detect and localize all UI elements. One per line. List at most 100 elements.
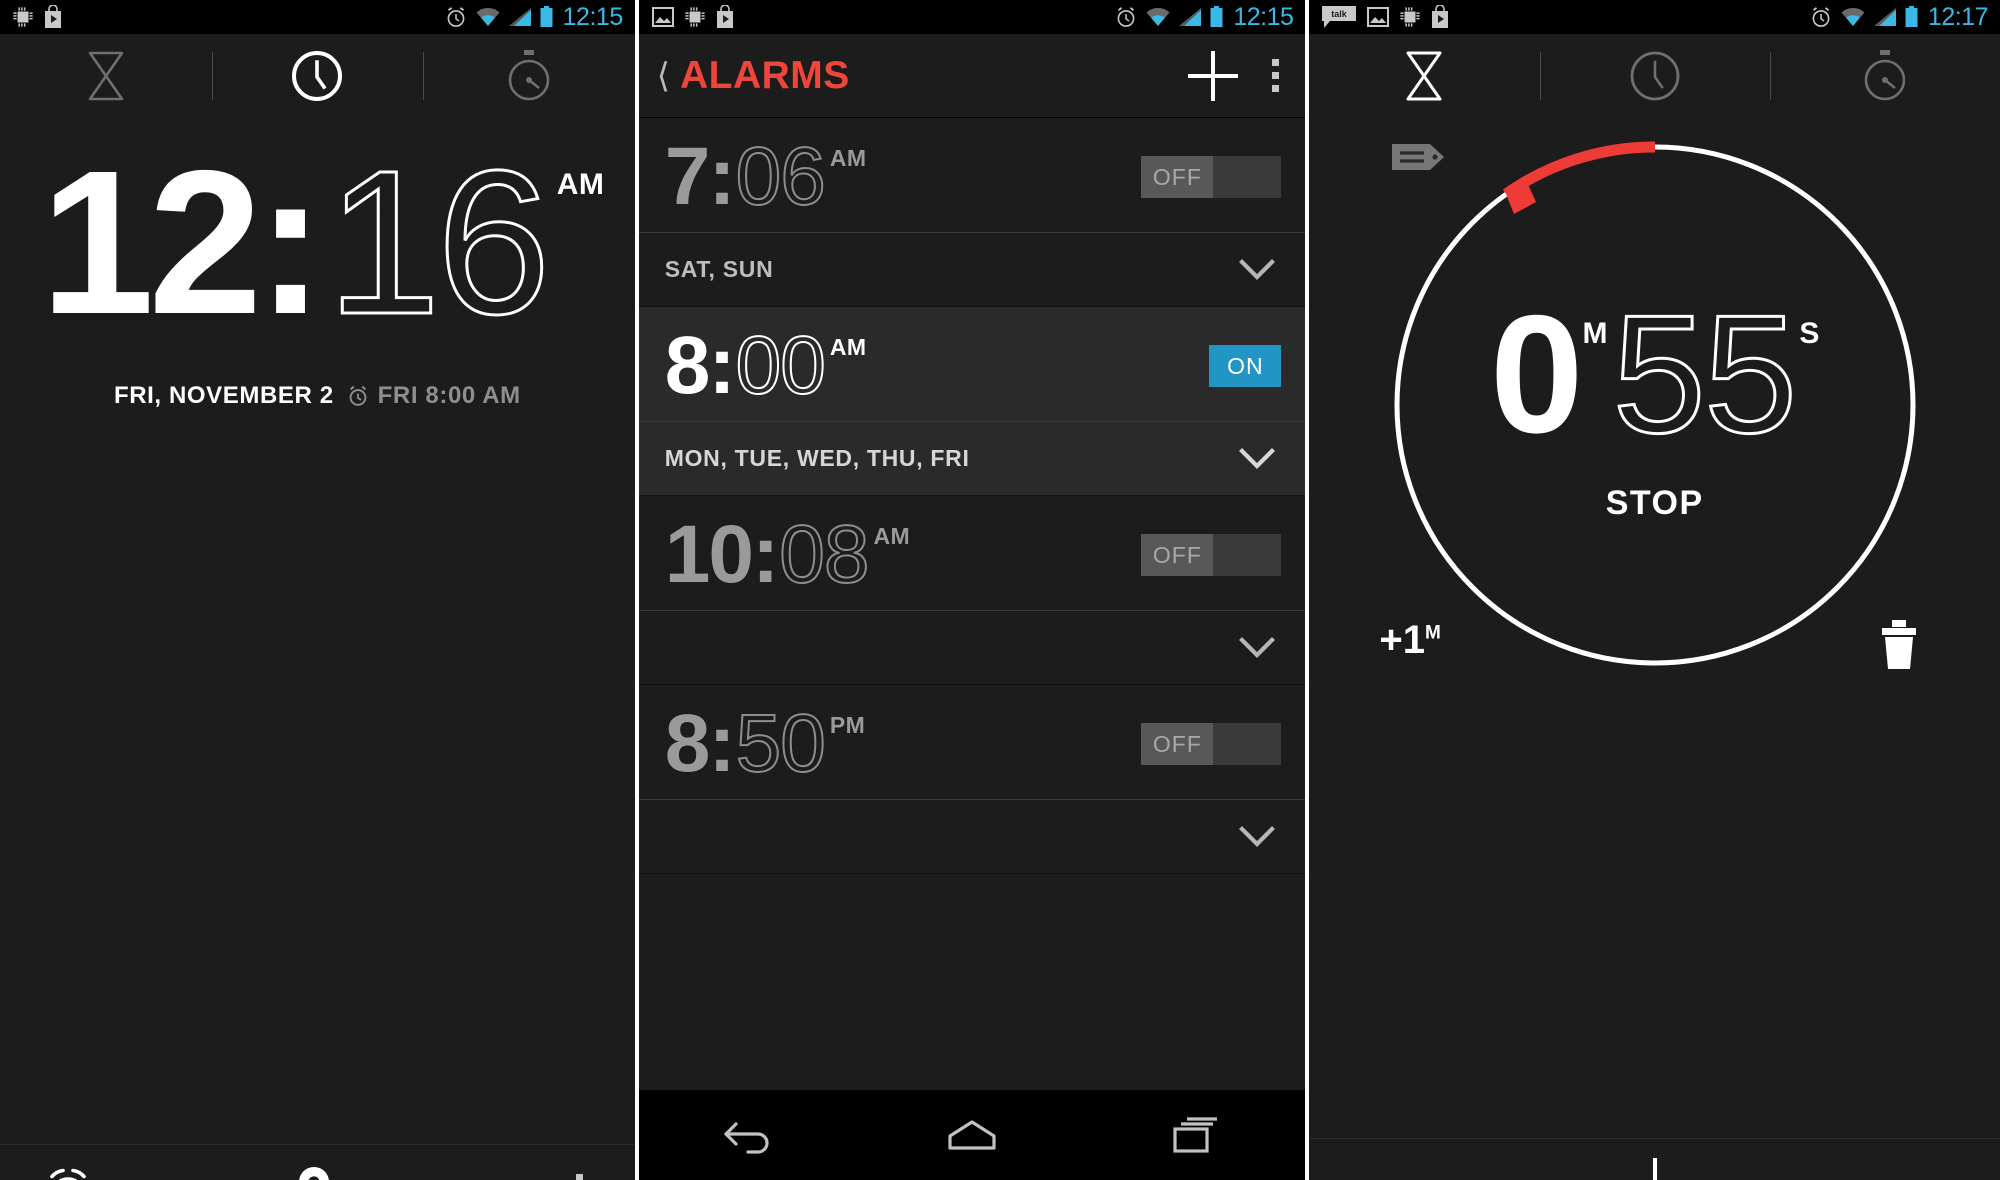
battery-icon — [539, 6, 554, 28]
alarm-time[interactable]: 8 : 50 PM — [665, 698, 1142, 790]
chevron-down-icon[interactable] — [1235, 815, 1279, 859]
alarm-set-icon — [1114, 5, 1138, 29]
signal-icon — [1178, 7, 1202, 27]
timer-seconds-unit: S — [1799, 316, 1820, 350]
alarm-toggle-state: OFF — [1141, 156, 1214, 198]
alarm-toggle[interactable]: OFF — [1141, 534, 1282, 576]
stopwatch-icon — [1862, 49, 1908, 103]
clock-bottom-bar — [0, 1144, 635, 1180]
alarm-days-row[interactable] — [638, 799, 1306, 873]
alarm-days-row[interactable] — [638, 610, 1306, 684]
alarm-time[interactable]: 8 : 00 AM — [664, 320, 1142, 412]
chevron-down-icon[interactable] — [1235, 626, 1279, 670]
add-timer-button[interactable] — [1626, 1156, 1684, 1180]
overflow-button[interactable] — [405, 1170, 635, 1180]
chip-icon — [12, 6, 34, 28]
tab-clock[interactable] — [211, 34, 424, 118]
timer-dial[interactable]: 0 M 55 S STOP — [1390, 140, 1920, 670]
alarms-button[interactable] — [0, 1165, 224, 1180]
tab-bar — [0, 34, 635, 118]
alarm-hours: 8 — [664, 320, 711, 412]
timer-digits: 0 M 55 S — [1490, 279, 1820, 468]
add-minute-label: +1 — [1379, 618, 1425, 662]
timer-minutes-unit: M — [1582, 316, 1608, 350]
add-alarm-button[interactable] — [1184, 47, 1242, 105]
status-bar: talk 12:17 — [1309, 0, 2000, 34]
clock-colon: : — [256, 128, 325, 357]
alarm-days-row[interactable]: MON, TUE, WED, THU, FRI — [638, 421, 1306, 495]
tab-stopwatch[interactable] — [1769, 34, 2000, 118]
play-store-icon — [43, 4, 63, 29]
screenshot-root: 12:15 12: 16 AM FRI, NOVEMBER 2 FRI 8:0… — [0, 0, 2000, 1180]
date-line: FRI, NOVEMBER 2 FRI 8:00 AM — [0, 382, 635, 410]
action-bar: ⟨ ALARMS — [638, 34, 1306, 118]
alarm-toggle[interactable]: OFF — [1141, 156, 1282, 198]
battery-icon — [1904, 6, 1919, 28]
chip-icon — [1399, 6, 1421, 28]
timer-view: 0 M 55 S STOP +1M — [1309, 140, 2000, 1180]
status-bar-clock: 12:15 — [562, 2, 624, 31]
chevron-down-icon[interactable] — [1235, 248, 1279, 292]
alarm-ampm: PM — [829, 712, 866, 739]
alarm-row[interactable]: 7 : 06 AM OFF SAT, SUN — [638, 118, 1306, 307]
timer-seconds: 55 — [1611, 279, 1799, 468]
alarm-time[interactable]: 10 : 08 AM — [664, 509, 1142, 601]
chevron-down-icon[interactable] — [1235, 437, 1279, 481]
alarm-time[interactable]: 7 : 06 AM — [665, 131, 1142, 223]
alarm-days-row[interactable]: SAT, SUN — [638, 232, 1306, 306]
photo-icon — [651, 5, 675, 29]
big-clock[interactable]: 12 : 16 AM — [0, 128, 635, 376]
status-bar-clock: 12:17 — [1927, 2, 1989, 31]
alarm-toggle[interactable]: ON — [1141, 345, 1282, 387]
clock-face: 12 : 16 AM FRI, NOVEMBER 2 FRI 8:00 AM — [0, 128, 635, 1180]
alarm-minutes: 00 — [735, 320, 827, 412]
nav-back-button[interactable] — [639, 1116, 861, 1154]
clock-minutes: 16 — [325, 128, 552, 357]
add-minute-button[interactable]: +1M — [1379, 618, 1440, 663]
alarm-toggle-state: ON — [1209, 345, 1282, 387]
alarm-ampm: AM — [873, 523, 911, 550]
tab-timer[interactable] — [0, 34, 212, 118]
recents-nav-icon — [1165, 1115, 1223, 1155]
signal-icon — [508, 7, 532, 27]
clock-ampm: AM — [556, 168, 605, 201]
alarm-minutes: 08 — [778, 509, 870, 601]
cities-button[interactable] — [224, 1165, 406, 1180]
alarm-ampm: AM — [829, 145, 867, 172]
home-nav-icon — [942, 1116, 1002, 1154]
back-chevron-icon[interactable]: ⟨ — [657, 59, 670, 93]
status-bar-clock: 12:15 — [1233, 2, 1294, 31]
svg-text:talk: talk — [1332, 9, 1349, 19]
alarm-toggle-state: OFF — [1141, 723, 1214, 765]
alarm-toggle-state: OFF — [1141, 534, 1214, 576]
tab-stopwatch[interactable] — [423, 34, 635, 118]
tab-clock[interactable] — [1539, 34, 1770, 118]
nav-home-button[interactable] — [861, 1116, 1083, 1154]
alarm-list: 7 : 06 AM OFF SAT, SUN 8: 00 AM ON MON,… — [638, 118, 1306, 874]
alarm-hours: 10 — [664, 509, 754, 601]
alarm-row[interactable]: 10 : 08 AM OFF — [638, 496, 1306, 685]
trash-icon — [1876, 618, 1922, 672]
tab-timer[interactable] — [1309, 34, 1539, 118]
clock-icon — [1629, 50, 1681, 102]
page-title: ALARMS — [679, 53, 850, 97]
alarm-row[interactable]: 8 : 00 AM ON MON, TUE, WED, THU, FRI — [638, 307, 1306, 496]
photo-icon — [1366, 5, 1390, 29]
panel-alarms: 12:15 ⟨ ALARMS 7 : 06 AM OFF SAT, SUN 8 … — [638, 0, 1306, 1180]
nav-recents-button[interactable] — [1083, 1115, 1305, 1155]
alarm-row[interactable]: 8 : 50 PM OFF — [638, 685, 1306, 874]
alarm-clock-icon — [42, 1165, 94, 1180]
clock-hours: 12 — [40, 128, 262, 357]
alarm-colon: : — [708, 698, 736, 790]
alarm-set-icon — [1809, 5, 1833, 29]
timer-stop-button[interactable]: STOP — [1606, 484, 1704, 523]
hourglass-icon — [85, 50, 127, 102]
alarm-colon: : — [708, 131, 736, 223]
delete-timer-button[interactable] — [1876, 618, 1922, 677]
alarm-toggle[interactable]: OFF — [1141, 723, 1282, 765]
status-bar-system: 12:17 — [1809, 3, 1988, 32]
alarm-days: SAT, SUN — [664, 256, 774, 282]
status-bar-notifications — [12, 4, 437, 29]
wifi-icon — [1840, 7, 1866, 27]
overflow-menu-icon[interactable] — [1268, 55, 1283, 96]
